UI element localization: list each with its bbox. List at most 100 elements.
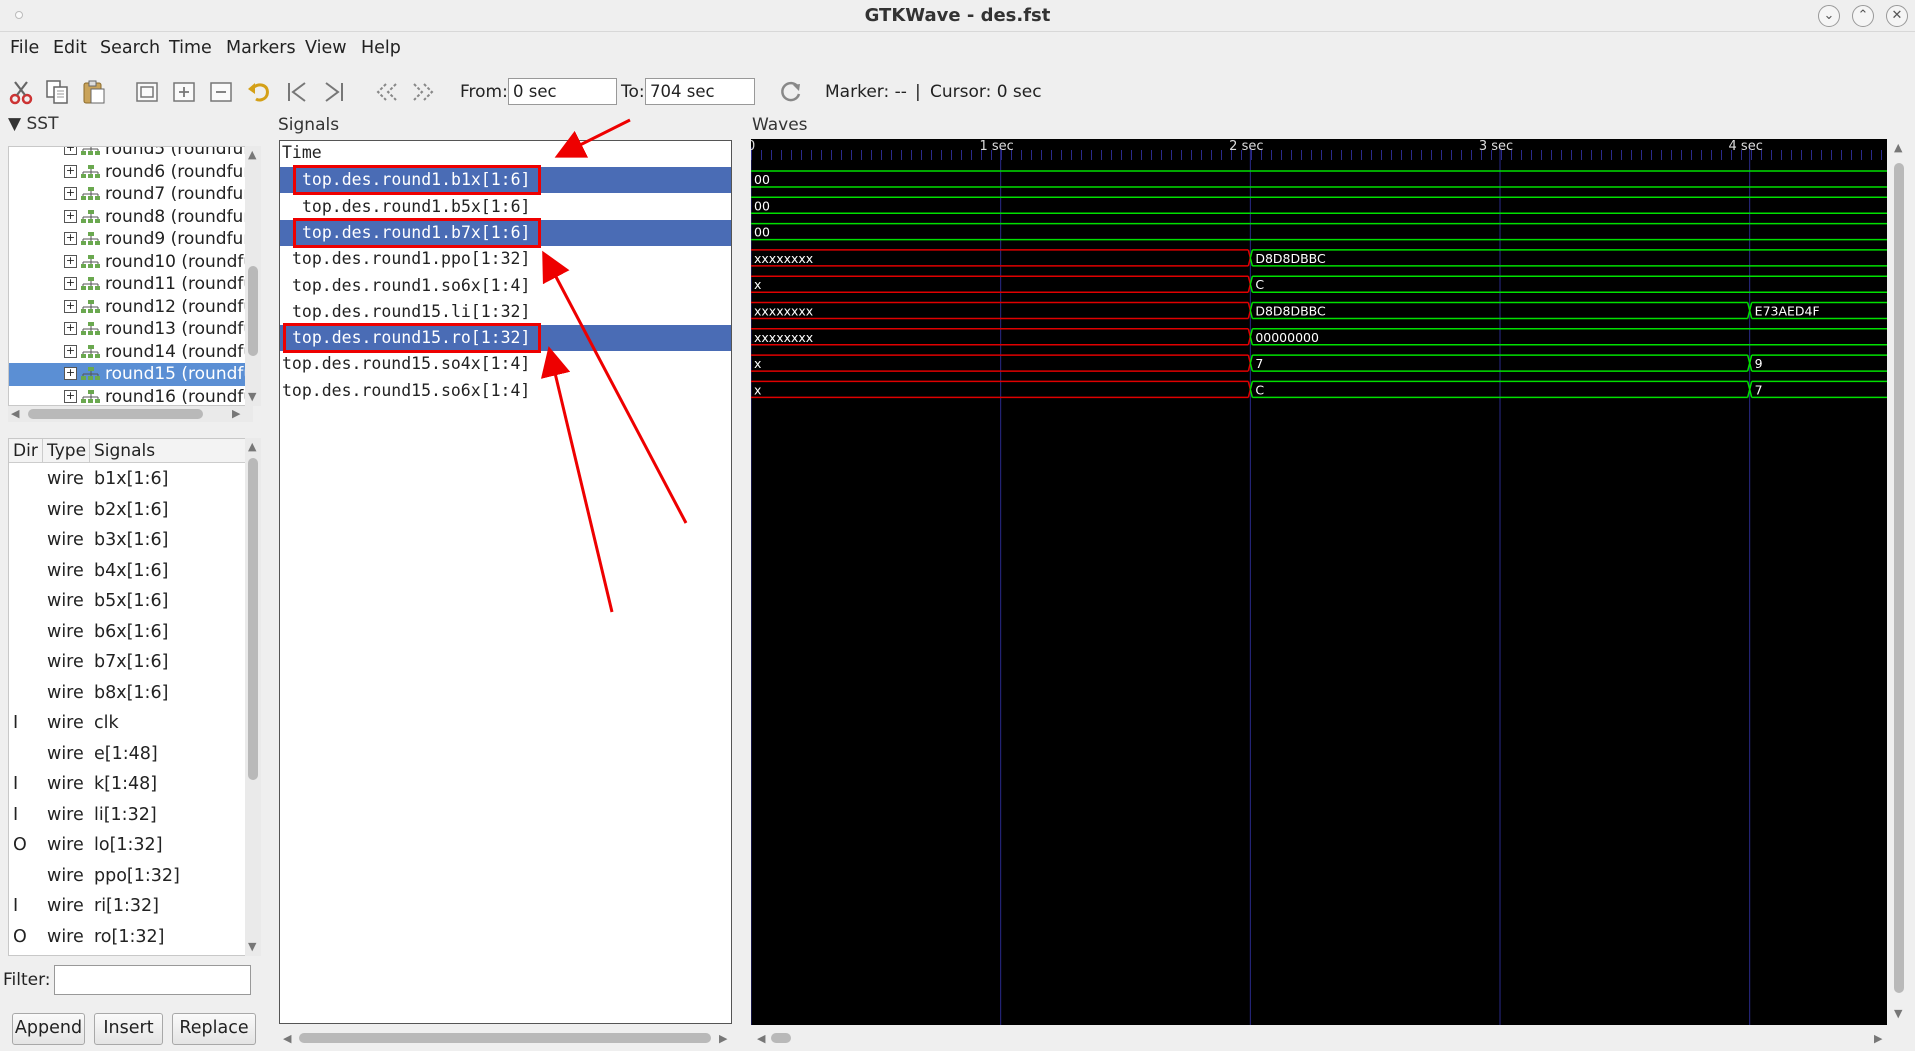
- collapse-triangle-icon[interactable]: ▼: [8, 114, 21, 134]
- tree-item[interactable]: + round12 (roundfu: [9, 296, 245, 319]
- tree-item[interactable]: + round13 (roundfu: [9, 318, 245, 341]
- signal-list-row[interactable]: wireso1x[1:4]: [9, 953, 247, 955]
- expand-icon[interactable]: +: [64, 254, 77, 268]
- signal-list-row[interactable]: Iwire k[1:48]: [9, 770, 247, 800]
- tree-item[interactable]: + round9 (roundfun: [9, 228, 245, 251]
- waves-hscroll-thumb[interactable]: [771, 1033, 791, 1043]
- prev-edge-icon[interactable]: [372, 78, 400, 106]
- tree-item[interactable]: + round7 (roundfun: [9, 183, 245, 206]
- scroll-left-icon[interactable]: ◀: [11, 407, 19, 420]
- waveform-canvas[interactable]: 0 1 sec 2 sec 3 sec 4 sec 00 00 00 xxxxxxxx D8D8D…: [751, 139, 1887, 1025]
- scroll-up-icon[interactable]: ▲: [248, 440, 256, 453]
- waves-vscroll-thumb[interactable]: [1894, 163, 1904, 993]
- tree-vscroll-thumb[interactable]: [248, 266, 258, 356]
- signal-list-row[interactable]: wire b1x[1:6]: [9, 465, 247, 495]
- menu-help[interactable]: Help: [361, 38, 401, 58]
- signal-trace-row[interactable]: top.des.round15.so4x[1:4]: [280, 351, 731, 377]
- signals-pane[interactable]: Time top.des.round1.b1x[1:6] top.des.round…: [279, 140, 732, 1024]
- copy-icon[interactable]: [43, 78, 71, 106]
- tree-item[interactable]: + round11 (roundfu: [9, 273, 245, 296]
- menu-file[interactable]: File: [10, 38, 39, 58]
- signal-trace-row[interactable]: top.des.round1.so6x[1:4]: [280, 273, 731, 299]
- scroll-right-icon[interactable]: ▶: [232, 407, 240, 420]
- go-start-icon[interactable]: [283, 78, 311, 106]
- signal-list-row[interactable]: wire b6x[1:6]: [9, 618, 247, 648]
- waves-vertical-scrollbar[interactable]: ▲ ▼: [1890, 139, 1908, 1025]
- signal-list-row[interactable]: wire e[1:48]: [9, 740, 247, 770]
- signal-list-row[interactable]: wire b5x[1:6]: [9, 587, 247, 617]
- tree-vertical-scrollbar[interactable]: ▲ ▼: [245, 146, 261, 406]
- signal-list-row[interactable]: wire b2x[1:6]: [9, 496, 247, 526]
- signal-trace-row[interactable]: top.des.round1.b7x[1:6]: [280, 217, 731, 248]
- signal-trace-row[interactable]: top.des.round15.ro[1:32]: [280, 323, 731, 354]
- menu-time[interactable]: Time: [169, 38, 212, 58]
- menu-search[interactable]: Search: [100, 38, 160, 58]
- append-button[interactable]: Append: [12, 1013, 85, 1045]
- scroll-right-icon[interactable]: ▶: [1874, 1032, 1882, 1045]
- expand-icon[interactable]: +: [64, 164, 77, 178]
- scroll-down-icon[interactable]: ▼: [1894, 1007, 1902, 1020]
- paste-icon[interactable]: [80, 78, 108, 106]
- replace-button[interactable]: Replace: [172, 1013, 256, 1045]
- scroll-down-icon[interactable]: ▼: [248, 390, 256, 403]
- signal-trace-row[interactable]: top.des.round1.b1x[1:6]: [280, 165, 731, 196]
- signal-list[interactable]: Dir Type Signals wire b1x[1:6] wire b2x[1:6…: [8, 438, 253, 956]
- signals-hscroll-thumb[interactable]: [299, 1033, 711, 1043]
- sst-header[interactable]: ▼ SST: [8, 114, 58, 134]
- signal-list-row[interactable]: Iwire clk: [9, 709, 247, 739]
- reload-icon[interactable]: [777, 78, 805, 106]
- close-icon[interactable]: ✕: [1886, 5, 1908, 27]
- expand-icon[interactable]: +: [64, 299, 77, 313]
- tree-item[interactable]: + round8 (roundfun: [9, 206, 245, 229]
- expand-icon[interactable]: +: [64, 367, 77, 380]
- hierarchy-tree[interactable]: + round5 (roundfun + round6 (roundfun + round…: [8, 146, 253, 406]
- menu-edit[interactable]: Edit: [53, 38, 87, 58]
- zoom-fit-icon[interactable]: [133, 78, 161, 106]
- to-input[interactable]: [645, 78, 755, 105]
- signal-trace-row[interactable]: top.des.round1.ppo[1:32]: [280, 246, 731, 272]
- waves-pane[interactable]: 0 1 sec 2 sec 3 sec 4 sec 00 00 00 xxxxxxxx D8D8D…: [751, 139, 1887, 1025]
- signal-trace-row[interactable]: top.des.round15.li[1:32]: [280, 299, 731, 325]
- tree-item[interactable]: + round16 (roundfu: [9, 386, 245, 405]
- tree-item[interactable]: + round15 (roundfu: [9, 363, 245, 386]
- expand-icon[interactable]: +: [64, 147, 77, 155]
- from-input[interactable]: [508, 78, 617, 105]
- minimize-icon[interactable]: ⌄: [1818, 5, 1840, 27]
- expand-icon[interactable]: +: [64, 209, 77, 223]
- signals-horizontal-scrollbar[interactable]: ◀ ▶: [279, 1030, 732, 1048]
- expand-icon[interactable]: +: [64, 344, 77, 358]
- expand-icon[interactable]: +: [64, 187, 77, 200]
- scroll-right-icon[interactable]: ▶: [719, 1032, 727, 1045]
- go-end-icon[interactable]: [320, 78, 348, 106]
- expand-icon[interactable]: +: [64, 232, 77, 245]
- menu-markers[interactable]: Markers: [226, 38, 296, 58]
- scroll-up-icon[interactable]: ▲: [1894, 141, 1902, 154]
- expand-icon[interactable]: +: [64, 389, 77, 403]
- tree-item[interactable]: + round14 (roundfu: [9, 341, 245, 364]
- tree-item[interactable]: + round6 (roundfun: [9, 161, 245, 184]
- maximize-icon[interactable]: ⌃: [1852, 5, 1874, 27]
- time-row[interactable]: Time: [280, 141, 731, 166]
- signal-trace-row[interactable]: top.des.round1.b5x[1:6]: [280, 194, 731, 220]
- tree-item[interactable]: + round10 (roundfu: [9, 251, 245, 274]
- column-signals[interactable]: Signals: [94, 441, 155, 461]
- tree-item[interactable]: + round5 (roundfun: [9, 147, 245, 161]
- signal-list-row[interactable]: Owire ro[1:32]: [9, 923, 247, 953]
- undo-icon[interactable]: [245, 78, 273, 106]
- tree-horizontal-scrollbar[interactable]: ◀ ▶: [8, 406, 253, 422]
- signal-trace-row[interactable]: top.des.round15.so6x[1:4]: [280, 378, 731, 404]
- signal-list-row[interactable]: wire ppo[1:32]: [9, 862, 247, 892]
- signal-list-row[interactable]: wire b3x[1:6]: [9, 526, 247, 556]
- menu-view[interactable]: View: [305, 38, 347, 58]
- signal-list-row[interactable]: Iwire ri[1:32]: [9, 892, 247, 922]
- zoom-out-icon[interactable]: [207, 78, 235, 106]
- column-dir[interactable]: Dir: [13, 441, 38, 461]
- column-type[interactable]: Type: [47, 441, 86, 461]
- expand-icon[interactable]: +: [64, 322, 77, 335]
- signal-list-row[interactable]: Owire lo[1:32]: [9, 831, 247, 861]
- scroll-left-icon[interactable]: ◀: [757, 1032, 765, 1045]
- insert-button[interactable]: Insert: [94, 1013, 163, 1045]
- signal-list-row[interactable]: Iwire li[1:32]: [9, 801, 247, 831]
- expand-icon[interactable]: +: [64, 277, 77, 290]
- scroll-up-icon[interactable]: ▲: [248, 148, 256, 161]
